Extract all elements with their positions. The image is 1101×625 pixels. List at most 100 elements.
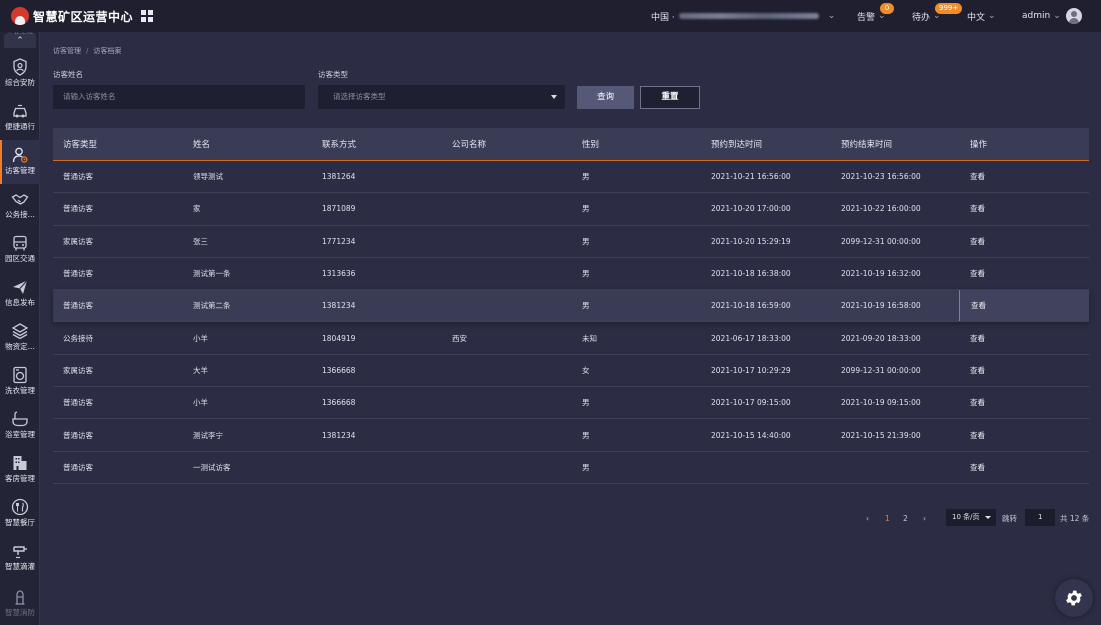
table-row: 普通访客 测试第一条 1313636 男 2021-10-18 16:38:00 2021… (53, 258, 1089, 291)
cell-name: 测试李宁 (193, 430, 223, 440)
view-link[interactable]: 查看 (970, 355, 985, 386)
sidebar-item-supplies[interactable]: 物资定... (0, 316, 40, 360)
alarm-count-badge: 0 (880, 3, 894, 14)
visitor-name-input[interactable]: 请输入访客姓名 (53, 85, 305, 109)
cell-type: 普通访客 (63, 301, 93, 311)
cell-arrival: 2021-10-20 15:29:19 (711, 236, 791, 246)
visitor-type-label: 访客类型 (318, 70, 348, 79)
cell-name: 大羊 (193, 365, 208, 375)
cell-gender: 男 (582, 398, 590, 408)
sidebar: 公共安防 ⌃ 综合安防 便捷通行 访客管理 公务接... 园区交通 (0, 32, 40, 625)
sidebar-item-security[interactable]: 综合安防 (0, 52, 40, 96)
car-icon (0, 96, 40, 120)
bathtub-icon (0, 404, 40, 428)
cell-name: 测试第一条 (193, 269, 231, 279)
settings-button[interactable] (1055, 579, 1093, 617)
cell-phone: 1804919 (322, 333, 356, 343)
cell-end: 2021-10-19 16:32:00 (841, 269, 921, 279)
cell-type: 普通访客 (63, 462, 93, 472)
table-row: 普通访客 领导测试 1381264 男 2021-10-21 16:56:00 2021-… (53, 161, 1089, 194)
cell-type: 家属访客 (63, 365, 93, 375)
sidebar-item-label: 信息发布 (5, 298, 35, 307)
cell-type: 普通访客 (63, 204, 93, 214)
page-1-button[interactable]: 1 (885, 510, 890, 526)
top-bar: 智慧矿区运营中心 中国 · ⌄ 告警 ⌄ 0 待办 ⌄ 999+ 中文 ⌄ ad… (0, 0, 1101, 32)
page-2-button[interactable]: 2 (903, 510, 908, 526)
cell-gender: 未知 (582, 333, 597, 343)
cell-gender: 男 (582, 236, 590, 246)
column-header-phone: 联系方式 (322, 140, 357, 150)
cell-name: 领导测试 (193, 172, 223, 182)
sidebar-item-laundry[interactable]: 洗衣管理 (0, 360, 40, 404)
view-link[interactable]: 查看 (970, 387, 985, 418)
region-redacted (678, 13, 819, 19)
view-link[interactable]: 查看 (970, 322, 985, 353)
goto-page-input[interactable]: 1 (1025, 509, 1055, 526)
cell-name: 家 (193, 204, 201, 214)
search-button[interactable]: 查询 (577, 86, 634, 109)
sidebar-item-access[interactable]: 便捷通行 (0, 96, 40, 140)
sidebar-item-label: 智慧餐厅 (5, 518, 35, 527)
cell-phone: 1366668 (322, 365, 356, 375)
user-menu[interactable]: admin ⌄ (1022, 0, 1061, 32)
sidebar-item-bathroom[interactable]: 浴室管理 (0, 404, 40, 448)
sidebar-item-reception[interactable]: 公务接... (0, 184, 40, 228)
app-logo (11, 7, 29, 25)
view-link[interactable]: 查看 (970, 419, 985, 450)
cell-arrival: 2021-10-18 16:59:00 (711, 301, 791, 311)
cell-gender: 男 (582, 204, 590, 214)
table-header: 访客类型 姓名 联系方式 公司名称 性别 预约到达时间 预约结束时间 操作 (53, 128, 1089, 161)
language-selector[interactable]: 中文 ⌄ (967, 0, 996, 32)
cell-end: 2021-10-22 16:00:00 (841, 204, 921, 214)
view-link[interactable]: 查看 (959, 290, 1089, 322)
cell-arrival: 2021-10-17 09:15:00 (711, 398, 791, 408)
view-link[interactable]: 查看 (970, 161, 985, 192)
next-page-button[interactable]: › (923, 510, 926, 526)
region-selector[interactable]: 中国 · ⌄ (651, 0, 835, 32)
avatar[interactable] (1066, 8, 1082, 24)
table-row: 普通访客 测试第二条 1381234 男 2021-10-18 16:59:00 2021… (53, 290, 1089, 323)
cell-gender: 男 (582, 430, 590, 440)
cell-name: 测试第二条 (193, 301, 231, 311)
bus-icon (0, 228, 40, 252)
app-title: 智慧矿区运营中心 (33, 9, 134, 24)
building-icon (0, 448, 40, 472)
view-link[interactable]: 查看 (970, 193, 985, 224)
sidebar-item-traffic[interactable]: 园区交通 (0, 228, 40, 272)
view-link[interactable]: 查看 (970, 226, 985, 257)
cell-gender: 男 (582, 269, 590, 279)
sidebar-item-label: 浴室管理 (5, 430, 35, 439)
breadcrumb-parent[interactable]: 访客管理 (53, 47, 81, 55)
view-link[interactable]: 查看 (970, 452, 985, 483)
cell-name: 一测试访客 (193, 462, 231, 472)
prev-page-button[interactable]: ‹ (866, 510, 869, 526)
cell-end: 2021-10-15 21:39:00 (841, 430, 921, 440)
paper-plane-icon (0, 272, 40, 296)
column-header-name: 姓名 (193, 140, 211, 150)
layers-icon (0, 316, 40, 340)
page-size-select[interactable]: 10 条/页 (946, 509, 996, 526)
sidebar-item-publish[interactable]: 信息发布 (0, 272, 40, 316)
sidebar-scroll-up-button[interactable]: ⌃ (4, 34, 36, 48)
sidebar-item-visitors[interactable]: 访客管理 (0, 140, 40, 184)
cell-end: 2021-10-23 16:56:00 (841, 172, 921, 182)
sidebar-item-label: 公务接... (5, 210, 35, 219)
reset-button[interactable]: 重置 (640, 86, 700, 109)
sidebar-item-rooms[interactable]: 客房管理 (0, 448, 40, 492)
sidebar-item-canteen[interactable]: 智慧餐厅 (0, 492, 40, 536)
table-row: 普通访客 一测试访客 男 查看 (53, 452, 1089, 484)
cell-end: 2021-09-20 18:33:00 (841, 333, 921, 343)
app-grid-icon[interactable] (141, 10, 154, 22)
language-label: 中文 (967, 12, 986, 23)
breadcrumb: 访客管理 / 访客档案 (53, 46, 121, 56)
table-body: 普通访客 领导测试 1381264 男 2021-10-21 16:56:00 2021-… (53, 161, 1089, 484)
fire-hydrant-icon (0, 582, 40, 606)
sidebar-item-label: 访客管理 (5, 166, 35, 175)
visitor-type-select[interactable]: 请选择访客类型 (318, 85, 565, 109)
sidebar-item-fire[interactable]: 智慧消防 (0, 582, 40, 625)
cell-type: 普通访客 (63, 430, 93, 440)
view-link[interactable]: 查看 (970, 258, 985, 289)
sidebar-item-label: 综合安防 (5, 78, 35, 87)
sidebar-item-irrigation[interactable]: 智慧滴灌 (0, 536, 40, 580)
visitor-icon (0, 140, 40, 164)
